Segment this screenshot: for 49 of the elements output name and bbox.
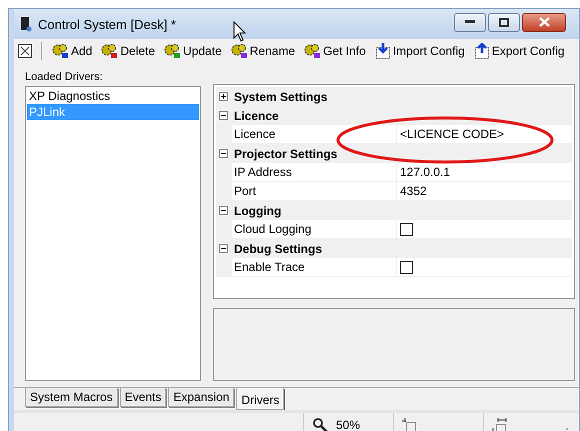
toolbar-button[interactable]: Get Info <box>301 43 369 59</box>
tab[interactable]: Events <box>120 388 166 407</box>
property-name: IP Address <box>232 163 397 181</box>
gears-icon <box>164 43 182 59</box>
toolbar-button[interactable]: Update <box>161 43 225 59</box>
toolbar-button[interactable]: Import Config <box>372 43 468 59</box>
category-header: System Settings <box>233 90 328 104</box>
toolbar-button[interactable]: Export Config <box>470 43 568 59</box>
fit-size-icon[interactable] <box>492 418 507 431</box>
category-header: Licence <box>233 108 279 122</box>
category-header: Debug Settings <box>233 242 322 256</box>
gears-icon <box>230 43 248 59</box>
checkbox[interactable] <box>400 222 413 236</box>
property-value[interactable]: <LICENCE CODE> <box>400 127 504 141</box>
property-name: Enable Trace <box>232 258 397 276</box>
document-arrow-icon <box>374 43 391 59</box>
tab[interactable]: Drivers <box>236 388 284 410</box>
gears-icon <box>304 43 322 59</box>
close-icon <box>538 17 550 27</box>
minimize-icon <box>465 20 475 24</box>
toolbar-button[interactable]: Delete <box>98 43 158 59</box>
mouse-cursor-icon <box>233 21 247 43</box>
checkbox[interactable] <box>400 260 413 274</box>
property-value[interactable]: 127.0.0.1 <box>400 165 450 179</box>
app-icon <box>20 16 32 32</box>
category-header: Projector Settings <box>233 146 338 160</box>
close-button[interactable] <box>522 12 566 32</box>
maximize-icon <box>499 18 509 26</box>
list-label: Loaded Drivers: <box>25 71 104 83</box>
list-item[interactable]: XP Diagnostics <box>27 88 199 104</box>
maximize-button[interactable] <box>488 12 520 32</box>
crop-frame-icon[interactable] <box>402 418 416 431</box>
property-value[interactable]: 4352 <box>400 184 427 198</box>
category-header: Logging <box>233 204 282 218</box>
toolbar-button[interactable]: Rename <box>228 43 298 59</box>
window-title: Control System [Desk] * <box>38 16 176 32</box>
zoom-level: 50% <box>336 418 360 431</box>
tab[interactable]: Expansion <box>168 388 234 407</box>
minimize-button[interactable] <box>454 12 486 32</box>
property-name: Licence <box>232 125 397 143</box>
document-arrow-icon <box>474 43 490 59</box>
toolbar-button[interactable]: Add <box>49 43 96 59</box>
gears-icon <box>52 43 69 59</box>
search-icon <box>312 417 328 431</box>
tab[interactable]: System Macros <box>25 388 118 407</box>
box-cross-icon[interactable] <box>18 44 32 58</box>
property-name: Port <box>232 182 397 200</box>
property-name: Cloud Logging <box>232 220 397 238</box>
gears-icon <box>101 43 118 59</box>
